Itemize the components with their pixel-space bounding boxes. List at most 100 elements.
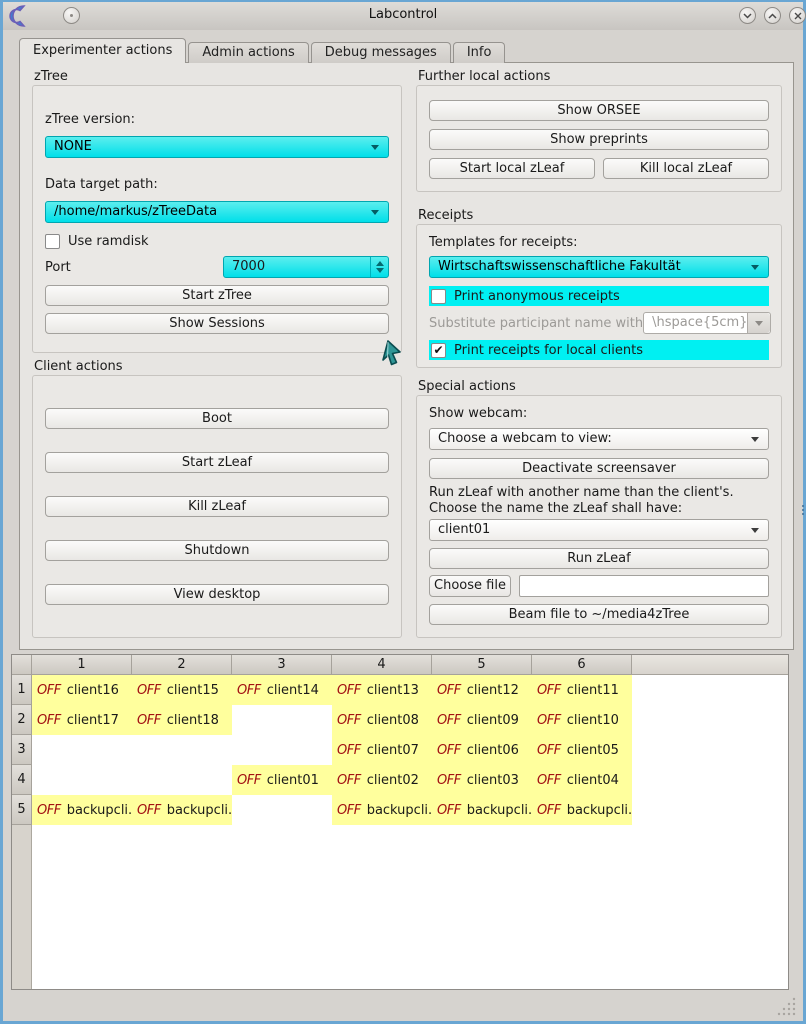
chevron-down-icon	[751, 528, 759, 533]
shade-button[interactable]	[739, 7, 756, 24]
shutdown-button[interactable]: Shutdown	[45, 540, 389, 561]
status-off-label: OFF	[337, 713, 361, 728]
client-table-header-row: 123456	[12, 655, 788, 675]
receipt-template-select[interactable]: Wirtschaftswissenschaftliche Fakultät	[429, 256, 769, 278]
client-name: client07	[367, 743, 419, 758]
port-spinner[interactable]: 7000	[223, 256, 389, 278]
client-cell[interactable]: OFFclient06	[432, 735, 532, 765]
substitute-name-select: \hspace{5cm}	[643, 312, 771, 334]
client-cell[interactable]: OFF backupcli...	[432, 795, 532, 825]
show-sessions-button[interactable]: Show Sessions	[45, 313, 389, 334]
print-receipts-local-clients-checkbox[interactable]: ✔ Print receipts for local clients	[429, 340, 769, 360]
checkbox-checked-icon: ✔	[431, 343, 446, 358]
column-header[interactable]: 4	[332, 655, 432, 675]
view-desktop-button[interactable]: View desktop	[45, 584, 389, 605]
client-cell[interactable]: OFFbackupcli...	[32, 795, 132, 825]
kill-zleaf-button[interactable]: Kill zLeaf	[45, 496, 389, 517]
client-cell[interactable]: OFFbackupcli...	[132, 795, 232, 825]
use-ramdisk-checkbox[interactable]: Use ramdisk	[45, 234, 389, 249]
frame-resize-handle[interactable]	[801, 505, 804, 517]
table-row: 2OFFclient17OFFclient18OFFclient08OFFcli…	[12, 705, 788, 735]
client-name: client10	[567, 713, 619, 728]
client-name: client16	[67, 683, 119, 698]
client-cell[interactable]: OFFclient14	[232, 675, 332, 705]
zleaf-name-select[interactable]: client01	[429, 519, 769, 541]
status-off-label: OFF	[537, 773, 561, 788]
row-header[interactable]: 3	[12, 735, 32, 765]
row-header[interactable]: 5	[12, 795, 32, 825]
status-off-label: OFF	[437, 713, 461, 728]
column-header[interactable]: 1	[32, 655, 132, 675]
substitute-name-row: Substitute participant name with \hspace…	[429, 312, 769, 334]
empty-cell	[232, 735, 332, 765]
column-header[interactable]: 2	[132, 655, 232, 675]
webcam-select[interactable]: Choose a webcam to view:	[429, 428, 769, 450]
deactivate-screensaver-button[interactable]: Deactivate screensaver	[429, 458, 769, 479]
client-cell[interactable]: OFFclient07	[332, 735, 432, 765]
start-ztree-button[interactable]: Start zTree	[45, 285, 389, 306]
client-cell[interactable]: OFFclient05	[532, 735, 632, 765]
further-local-actions-group: Show ORSEE Show preprints Start local zL…	[416, 85, 782, 192]
beam-file-button[interactable]: Beam file to ~/media4zTree	[429, 604, 769, 625]
client-cell[interactable]: OFFclient08	[332, 705, 432, 735]
tab-experimenter-actions[interactable]: Experimenter actions	[19, 38, 186, 63]
ztree-group: zTree version: NONE Data target path: /h…	[32, 85, 402, 353]
client-cell[interactable]: OFFclient18	[132, 705, 232, 735]
show-orsee-button[interactable]: Show ORSEE	[429, 100, 769, 121]
client-name: backupcli...	[367, 803, 432, 818]
maximize-button[interactable]	[764, 7, 781, 24]
client-cell[interactable]: OFFclient03	[432, 765, 532, 795]
row-header[interactable]: 2	[12, 705, 32, 735]
print-anonymous-receipts-checkbox[interactable]: Print anonymous receipts	[429, 286, 769, 306]
column-header[interactable]: 5	[432, 655, 532, 675]
client-cell[interactable]: OFFclient16	[32, 675, 132, 705]
client-cell[interactable]: OFFclient12	[432, 675, 532, 705]
client-cell[interactable]: OFFclient17	[32, 705, 132, 735]
status-off-label: OFF	[37, 803, 61, 818]
client-cell[interactable]: OFFclient13	[332, 675, 432, 705]
client-cell[interactable]: OFFclient11	[532, 675, 632, 705]
resize-grip-icon[interactable]	[775, 995, 797, 1017]
row-header-strip	[12, 825, 32, 989]
special-actions-group: Show webcam: Choose a webcam to view: De…	[416, 395, 782, 638]
start-zleaf-button[interactable]: Start zLeaf	[45, 452, 389, 473]
client-cell[interactable]: OFFclient01	[232, 765, 332, 795]
tab-debug-messages[interactable]: Debug messages	[311, 42, 451, 63]
status-off-label: OFF	[337, 773, 361, 788]
client-table-body: 1OFFclient16OFFclient15OFFclient14OFFcli…	[12, 675, 788, 825]
status-off-label: OFF	[437, 773, 461, 788]
column-header[interactable]: 6	[532, 655, 632, 675]
data-target-path-select[interactable]: /home/markus/zTreeData	[45, 201, 389, 223]
client-cell[interactable]: OFFclient10	[532, 705, 632, 735]
client-cell[interactable]: OFFbackupcli...	[332, 795, 432, 825]
status-off-label: OFF	[437, 803, 461, 818]
row-header[interactable]: 1	[12, 675, 32, 705]
client-name: backupcli...	[167, 803, 232, 818]
tab-panel-experimenter-actions: zTree zTree version: NONE Data target pa…	[19, 62, 794, 650]
templates-for-receipts-label: Templates for receipts:	[429, 235, 769, 250]
client-cell[interactable]: OFFclient04	[532, 765, 632, 795]
client-name: backupcli...	[567, 803, 632, 818]
client-cell[interactable]: OFF backupcli...	[532, 795, 632, 825]
column-header[interactable]: 3	[232, 655, 332, 675]
row-header[interactable]: 4	[12, 765, 32, 795]
spinner-up-button[interactable]	[376, 261, 384, 266]
spinner-down-button[interactable]	[376, 268, 384, 273]
ztree-version-select[interactable]: NONE	[45, 136, 389, 158]
client-name: client02	[367, 773, 419, 788]
file-path-input[interactable]	[519, 575, 769, 597]
client-cell[interactable]: OFFclient09	[432, 705, 532, 735]
tab-info[interactable]: Info	[453, 42, 506, 63]
tab-admin-actions[interactable]: Admin actions	[188, 42, 308, 63]
client-cell[interactable]: OFFclient15	[132, 675, 232, 705]
choose-file-button[interactable]: Choose file	[429, 575, 511, 597]
show-preprints-button[interactable]: Show preprints	[429, 129, 769, 150]
start-local-zleaf-button[interactable]: Start local zLeaf	[429, 158, 595, 179]
client-cell[interactable]: OFF client02	[332, 765, 432, 795]
status-off-label: OFF	[537, 803, 561, 818]
run-zleaf-button[interactable]: Run zLeaf	[429, 548, 769, 569]
boot-button[interactable]: Boot	[45, 408, 389, 429]
kill-local-zleaf-button[interactable]: Kill local zLeaf	[603, 158, 769, 179]
client-name: backupcli...	[467, 803, 532, 818]
close-button[interactable]	[789, 7, 806, 24]
